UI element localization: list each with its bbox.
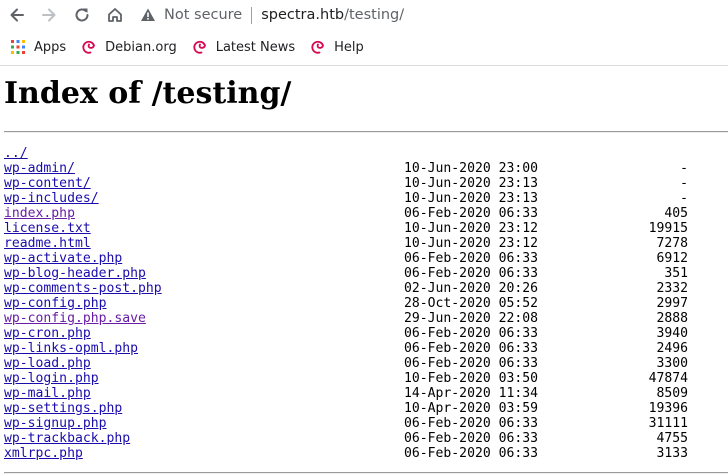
modified-date: 06-Feb-2020 06:33 xyxy=(404,416,539,431)
file-link[interactable]: ../ xyxy=(4,146,28,161)
debian-swirl-icon xyxy=(192,39,208,55)
address-bar[interactable]: Not secure spectra.htb/testing/ xyxy=(140,2,404,28)
forward-arrow-icon xyxy=(42,8,56,22)
horizontal-rule xyxy=(4,131,728,133)
security-label[interactable]: Not secure xyxy=(164,7,242,23)
file-size: 351 xyxy=(664,266,688,281)
file-size: 7278 xyxy=(656,236,688,251)
bookmark-label: Latest News xyxy=(215,39,296,55)
file-size: 405 xyxy=(664,206,688,221)
modified-date: 10-Jun-2020 23:00 xyxy=(404,161,539,176)
bookmark-label: Debian.org xyxy=(105,39,177,55)
file-size: 2496 xyxy=(656,341,688,356)
file-size: 4755 xyxy=(656,431,688,446)
modified-date: 06-Feb-2020 06:33 xyxy=(404,206,539,221)
file-link[interactable]: wp-signup.php xyxy=(4,416,106,431)
modified-date: 06-Feb-2020 06:33 xyxy=(404,446,539,461)
toolbar-divider xyxy=(0,65,728,66)
file-size: 47874 xyxy=(648,371,688,386)
modified-date: 10-Apr-2020 03:59 xyxy=(404,401,539,416)
file-size: 31111 xyxy=(648,416,688,431)
file-size: 19915 xyxy=(648,221,688,236)
modified-date: 02-Jun-2020 20:26 xyxy=(404,281,539,296)
modified-date: 10-Jun-2020 23:13 xyxy=(404,191,539,206)
file-link[interactable]: wp-config.php xyxy=(4,296,106,311)
file-link[interactable]: license.txt xyxy=(4,221,91,236)
bookmarks-bar: Apps Debian.org Latest News Help xyxy=(0,33,728,61)
file-size: - xyxy=(680,176,688,191)
file-link[interactable]: wp-settings.php xyxy=(4,401,122,416)
modified-date: 06-Feb-2020 06:33 xyxy=(404,266,539,281)
bookmark-latest-news[interactable]: Latest News xyxy=(192,39,295,55)
file-link[interactable]: wp-admin/ xyxy=(4,161,75,176)
horizontal-rule xyxy=(4,472,728,474)
file-link[interactable]: wp-cron.php xyxy=(4,326,91,341)
file-size: - xyxy=(680,191,688,206)
file-size: 8509 xyxy=(656,386,688,401)
file-link[interactable]: wp-activate.php xyxy=(4,251,122,266)
modified-date: 29-Jun-2020 22:08 xyxy=(404,311,539,326)
file-link[interactable]: wp-links-opml.php xyxy=(4,341,138,356)
file-link[interactable]: wp-comments-post.php xyxy=(4,281,162,296)
debian-swirl-icon xyxy=(310,39,326,55)
reload-icon xyxy=(75,8,89,22)
file-size: 2888 xyxy=(656,311,688,326)
url-host[interactable]: spectra.htb xyxy=(261,7,344,23)
bookmark-debian-org[interactable]: Debian.org xyxy=(81,39,177,55)
file-link[interactable]: xmlrpc.php xyxy=(4,446,83,461)
url-path[interactable]: /testing/ xyxy=(344,7,404,23)
file-link[interactable]: wp-content/ xyxy=(4,176,91,191)
modified-date: 06-Feb-2020 06:33 xyxy=(404,326,539,341)
home-button[interactable] xyxy=(104,4,126,26)
modified-date: 06-Feb-2020 06:33 xyxy=(404,251,539,266)
file-size: 19396 xyxy=(648,401,688,416)
reload-button[interactable] xyxy=(71,4,93,26)
file-size: 2332 xyxy=(656,281,688,296)
file-link[interactable]: wp-config.php.save xyxy=(4,311,146,326)
warning-triangle-icon[interactable] xyxy=(140,7,156,23)
file-size: 3300 xyxy=(656,356,688,371)
file-link[interactable]: wp-login.php xyxy=(4,371,99,386)
modified-date: 10-Jun-2020 23:13 xyxy=(404,176,539,191)
back-button[interactable] xyxy=(6,4,28,26)
bookmark-label: Apps xyxy=(34,39,67,55)
modified-date: 28-Oct-2020 05:52 xyxy=(404,296,539,311)
modified-date: 06-Feb-2020 06:33 xyxy=(404,356,539,371)
bookmark-apps[interactable]: Apps xyxy=(10,39,66,55)
debian-swirl-icon xyxy=(81,39,97,55)
address-separator xyxy=(251,6,253,24)
back-arrow-icon xyxy=(10,8,24,22)
bookmark-label: Help xyxy=(334,39,364,55)
modified-date: 06-Feb-2020 06:33 xyxy=(404,341,539,356)
forward-button[interactable] xyxy=(38,4,60,26)
modified-date: 14-Apr-2020 11:34 xyxy=(404,386,539,401)
file-link[interactable]: wp-mail.php xyxy=(4,386,91,401)
home-icon xyxy=(108,8,122,22)
bookmark-help[interactable]: Help xyxy=(310,39,364,55)
file-link[interactable]: wp-blog-header.php xyxy=(4,266,146,281)
file-size: 6912 xyxy=(656,251,688,266)
modified-date: 06-Feb-2020 06:33 xyxy=(404,431,539,446)
browser-toolbar: Not secure spectra.htb/testing/ xyxy=(0,0,728,30)
file-size: 2997 xyxy=(656,296,688,311)
page-title: Index of /testing/ xyxy=(4,76,292,111)
file-link[interactable]: index.php xyxy=(4,206,75,221)
file-link[interactable]: wp-trackback.php xyxy=(4,431,130,446)
file-link[interactable]: readme.html xyxy=(4,236,91,251)
apps-grid-icon xyxy=(10,39,26,55)
file-size: 3940 xyxy=(656,326,688,341)
modified-date: 10-Jun-2020 23:12 xyxy=(404,221,539,236)
file-link[interactable]: wp-load.php xyxy=(4,356,91,371)
file-link[interactable]: wp-includes/ xyxy=(4,191,99,206)
modified-date: 10-Feb-2020 03:50 xyxy=(404,371,539,386)
file-size: - xyxy=(680,161,688,176)
file-size: 3133 xyxy=(656,446,688,461)
modified-date: 10-Jun-2020 23:12 xyxy=(404,236,539,251)
